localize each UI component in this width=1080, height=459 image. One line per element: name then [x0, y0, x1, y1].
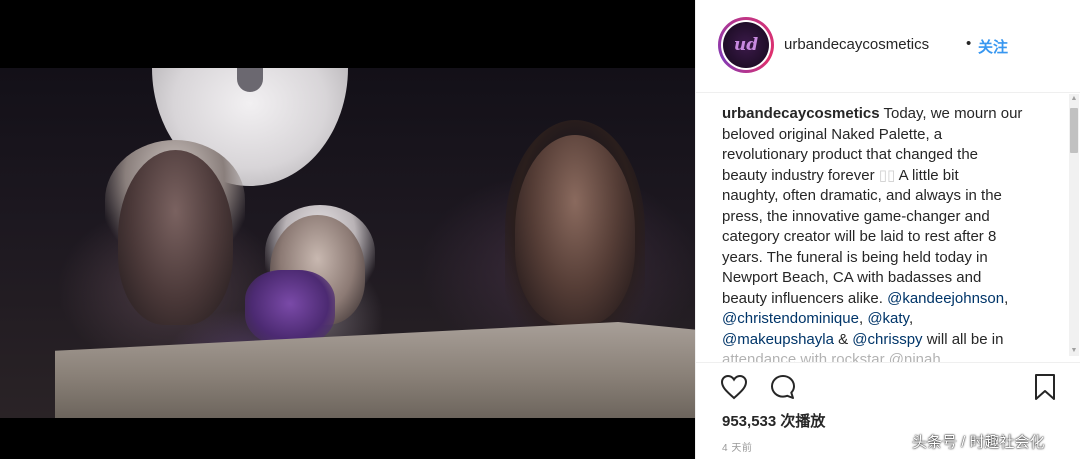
palette-image — [245, 270, 335, 345]
scrollbar-thumb[interactable] — [1070, 108, 1078, 153]
caption-text-line: years. The funeral is being held today i… — [722, 248, 988, 266]
comma: , — [908, 310, 914, 327]
avatar-story-ring[interactable]: ud — [718, 17, 774, 73]
post-panel: ud urbandecaycosmetics • 关注 urbandecayco… — [695, 0, 1080, 459]
scroll-down-arrow-icon[interactable]: ▼ — [1069, 346, 1079, 356]
view-count: 953,533 次播放 — [722, 413, 826, 430]
caption-username[interactable]: urbandecaycosmetics — [722, 105, 880, 122]
mention-link[interactable]: @katy — [867, 310, 909, 327]
mention-link[interactable]: @kandeejohnson — [887, 290, 1004, 307]
separator-dot: • — [966, 35, 972, 52]
bookmark-icon[interactable] — [1029, 371, 1061, 403]
caption-text-line: beauty industry forever — [722, 166, 875, 184]
avatar[interactable]: ud — [723, 22, 769, 68]
watermark-text: 头条号 / 时趣社会化 — [912, 434, 1045, 451]
caption-text-line: A little bit — [898, 166, 959, 184]
ampersand: & — [833, 330, 853, 348]
scroll-up-arrow-icon[interactable]: ▲ — [1069, 94, 1079, 104]
person-right-image — [515, 135, 635, 325]
follow-button[interactable]: 关注 — [978, 36, 1008, 57]
post-timestamp: 4 天前 — [722, 443, 753, 454]
mention-link[interactable]: @chrisspy — [852, 331, 922, 348]
caption-text-line: naughty, often dramatic, and always in t… — [722, 187, 1002, 204]
mention-link[interactable]: @christendominique — [722, 310, 859, 327]
caption-text-line: category creator will be laid to rest af… — [722, 228, 997, 245]
caption-scrollbar[interactable]: ▲ ▼ — [1069, 94, 1079, 356]
person-left-image — [118, 150, 233, 325]
caption-text-line: revolutionary product that changed the — [722, 146, 979, 163]
emoji-placeholder: ▯▯ — [878, 166, 896, 184]
caption-text-line: Today, we mourn our — [879, 105, 1023, 122]
post-caption: urbandecaycosmetics Today, we mourn our … — [722, 104, 1062, 362]
action-bar — [696, 362, 1080, 410]
caption-scroll-area[interactable]: urbandecaycosmetics Today, we mourn our … — [696, 94, 1080, 362]
heart-icon[interactable] — [718, 371, 750, 403]
caption-text-line: will all be in — [922, 330, 1004, 348]
video-player[interactable] — [0, 0, 695, 459]
username-link[interactable]: urbandecaycosmetics — [784, 36, 929, 53]
comma: , — [858, 310, 864, 327]
mention-link[interactable]: @makeupshayla — [722, 331, 834, 348]
caption-text-line: Newport Beach, CA with badasses and — [722, 269, 982, 286]
comma: , — [1004, 289, 1009, 307]
caption-cutoff-line: attendance with rockstar @ninah... — [722, 351, 954, 362]
caption-text-line: press, the innovative game-changer and — [722, 207, 990, 225]
caption-text-line: beloved original Naked Palette, a — [722, 125, 943, 143]
post-header: ud urbandecaycosmetics • 关注 — [696, 0, 1080, 93]
comment-icon[interactable] — [767, 371, 799, 403]
caption-text-line: beauty influencers alike. — [722, 289, 888, 307]
